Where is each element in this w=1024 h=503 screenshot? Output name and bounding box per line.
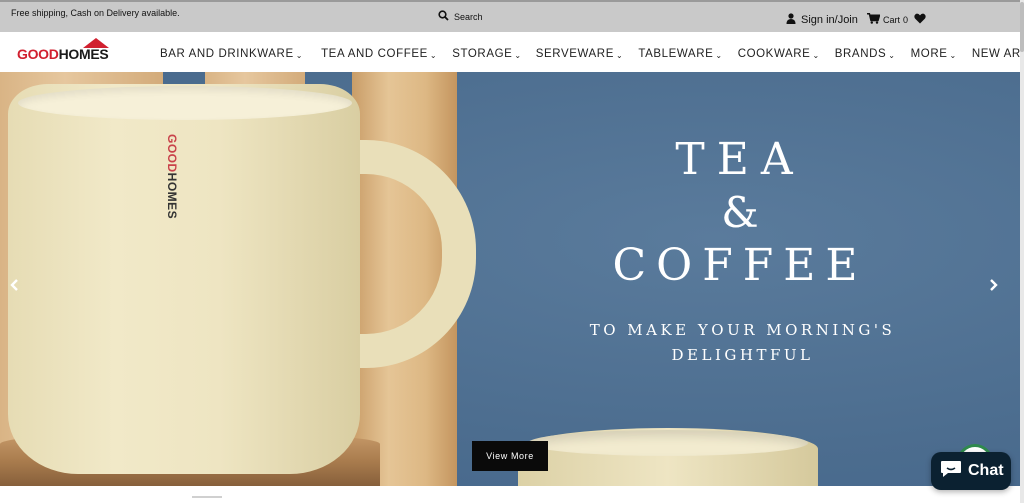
search-label: Search bbox=[454, 12, 483, 22]
chevron-down-icon: ⌄ bbox=[949, 51, 957, 60]
nav-item-more[interactable]: MORE ⌄ bbox=[911, 45, 957, 60]
shipping-notice: Free shipping, Cash on Delivery availabl… bbox=[11, 8, 180, 18]
chevron-left-icon bbox=[9, 278, 19, 296]
nav-item-tea-and-coffee[interactable]: TEA AND COFFEE ⌄ bbox=[321, 45, 437, 60]
heart-icon bbox=[914, 11, 926, 28]
logo-roof-icon bbox=[83, 38, 109, 48]
nav-item-tableware[interactable]: TABLEWARE ⌄ bbox=[638, 45, 722, 60]
divider bbox=[192, 496, 222, 498]
chat-button[interactable]: Chat bbox=[931, 452, 1011, 490]
search-icon bbox=[438, 8, 449, 26]
view-more-button[interactable]: View More bbox=[472, 441, 548, 471]
chevron-down-icon: ⌄ bbox=[514, 51, 522, 60]
announcement-bar: Free shipping, Cash on Delivery availabl… bbox=[0, 0, 1020, 32]
nav-menu: BAR AND DRINKWARE ⌄ TEA AND COFFEE ⌄ STORA… bbox=[160, 45, 1024, 60]
user-icon bbox=[786, 11, 796, 29]
chevron-down-icon: ⌄ bbox=[295, 51, 304, 60]
scrollbar-track[interactable] bbox=[1020, 0, 1024, 503]
hero-subtitle: TO MAKE YOUR MORNING'S DELIGHTFUL bbox=[589, 321, 896, 364]
bowl-rim bbox=[528, 430, 808, 456]
hero-title-line1: TEA bbox=[675, 134, 805, 185]
nav-item-brands[interactable]: BRANDS ⌄ bbox=[835, 45, 896, 60]
page-below-fold bbox=[0, 486, 1020, 503]
chat-label: Chat bbox=[968, 462, 1004, 479]
chevron-down-icon: ⌄ bbox=[429, 51, 438, 60]
chat-bubble-icon bbox=[940, 459, 962, 484]
signin-link[interactable]: Sign in/Join bbox=[786, 11, 858, 29]
nav-item-bar-and-drinkware[interactable]: BAR AND DRINKWARE ⌄ bbox=[160, 45, 303, 60]
chevron-right-icon bbox=[989, 278, 999, 296]
main-navigation: GOODHOMES BAR AND DRINKWARE ⌄ TEA AND COF… bbox=[0, 32, 1024, 72]
hero-title: TEA & COFFEE bbox=[560, 134, 920, 292]
cart-icon bbox=[867, 11, 881, 29]
nav-item-cookware[interactable]: COOKWARE ⌄ bbox=[738, 45, 820, 60]
mug-brand-logo: GOODHOMES bbox=[165, 134, 179, 220]
cart-count: 0 bbox=[903, 15, 909, 25]
chevron-down-icon: ⌄ bbox=[715, 51, 723, 60]
brand-logo[interactable]: GOODHOMES bbox=[17, 37, 112, 63]
search-button[interactable]: Search bbox=[438, 8, 483, 26]
hero-title-line3: COFFEE bbox=[612, 240, 868, 291]
scrollbar-thumb[interactable] bbox=[1020, 2, 1024, 52]
hero-banner[interactable]: GOODHOMES TEA & COFFEE TO MAKE YOUR MORN… bbox=[0, 72, 1020, 486]
chevron-down-icon: ⌄ bbox=[888, 51, 896, 60]
mug-rim bbox=[18, 86, 352, 120]
slider-next-button[interactable] bbox=[985, 278, 1003, 296]
nav-item-new-arrivals[interactable]: NEW ARRIVALS bbox=[972, 45, 1024, 60]
signin-label: Sign in/Join bbox=[801, 14, 858, 26]
slider-prev-button[interactable] bbox=[5, 278, 23, 296]
cart-link[interactable]: Cart 0 bbox=[867, 11, 908, 29]
chevron-down-icon: ⌄ bbox=[812, 51, 820, 60]
nav-item-serveware[interactable]: SERVEWARE ⌄ bbox=[536, 45, 624, 60]
hero-title-line2: & bbox=[721, 188, 759, 237]
wishlist-button[interactable] bbox=[914, 11, 926, 29]
chevron-down-icon: ⌄ bbox=[616, 51, 624, 60]
nav-item-storage[interactable]: STORAGE ⌄ bbox=[452, 45, 522, 60]
cart-label: Cart bbox=[883, 15, 901, 25]
